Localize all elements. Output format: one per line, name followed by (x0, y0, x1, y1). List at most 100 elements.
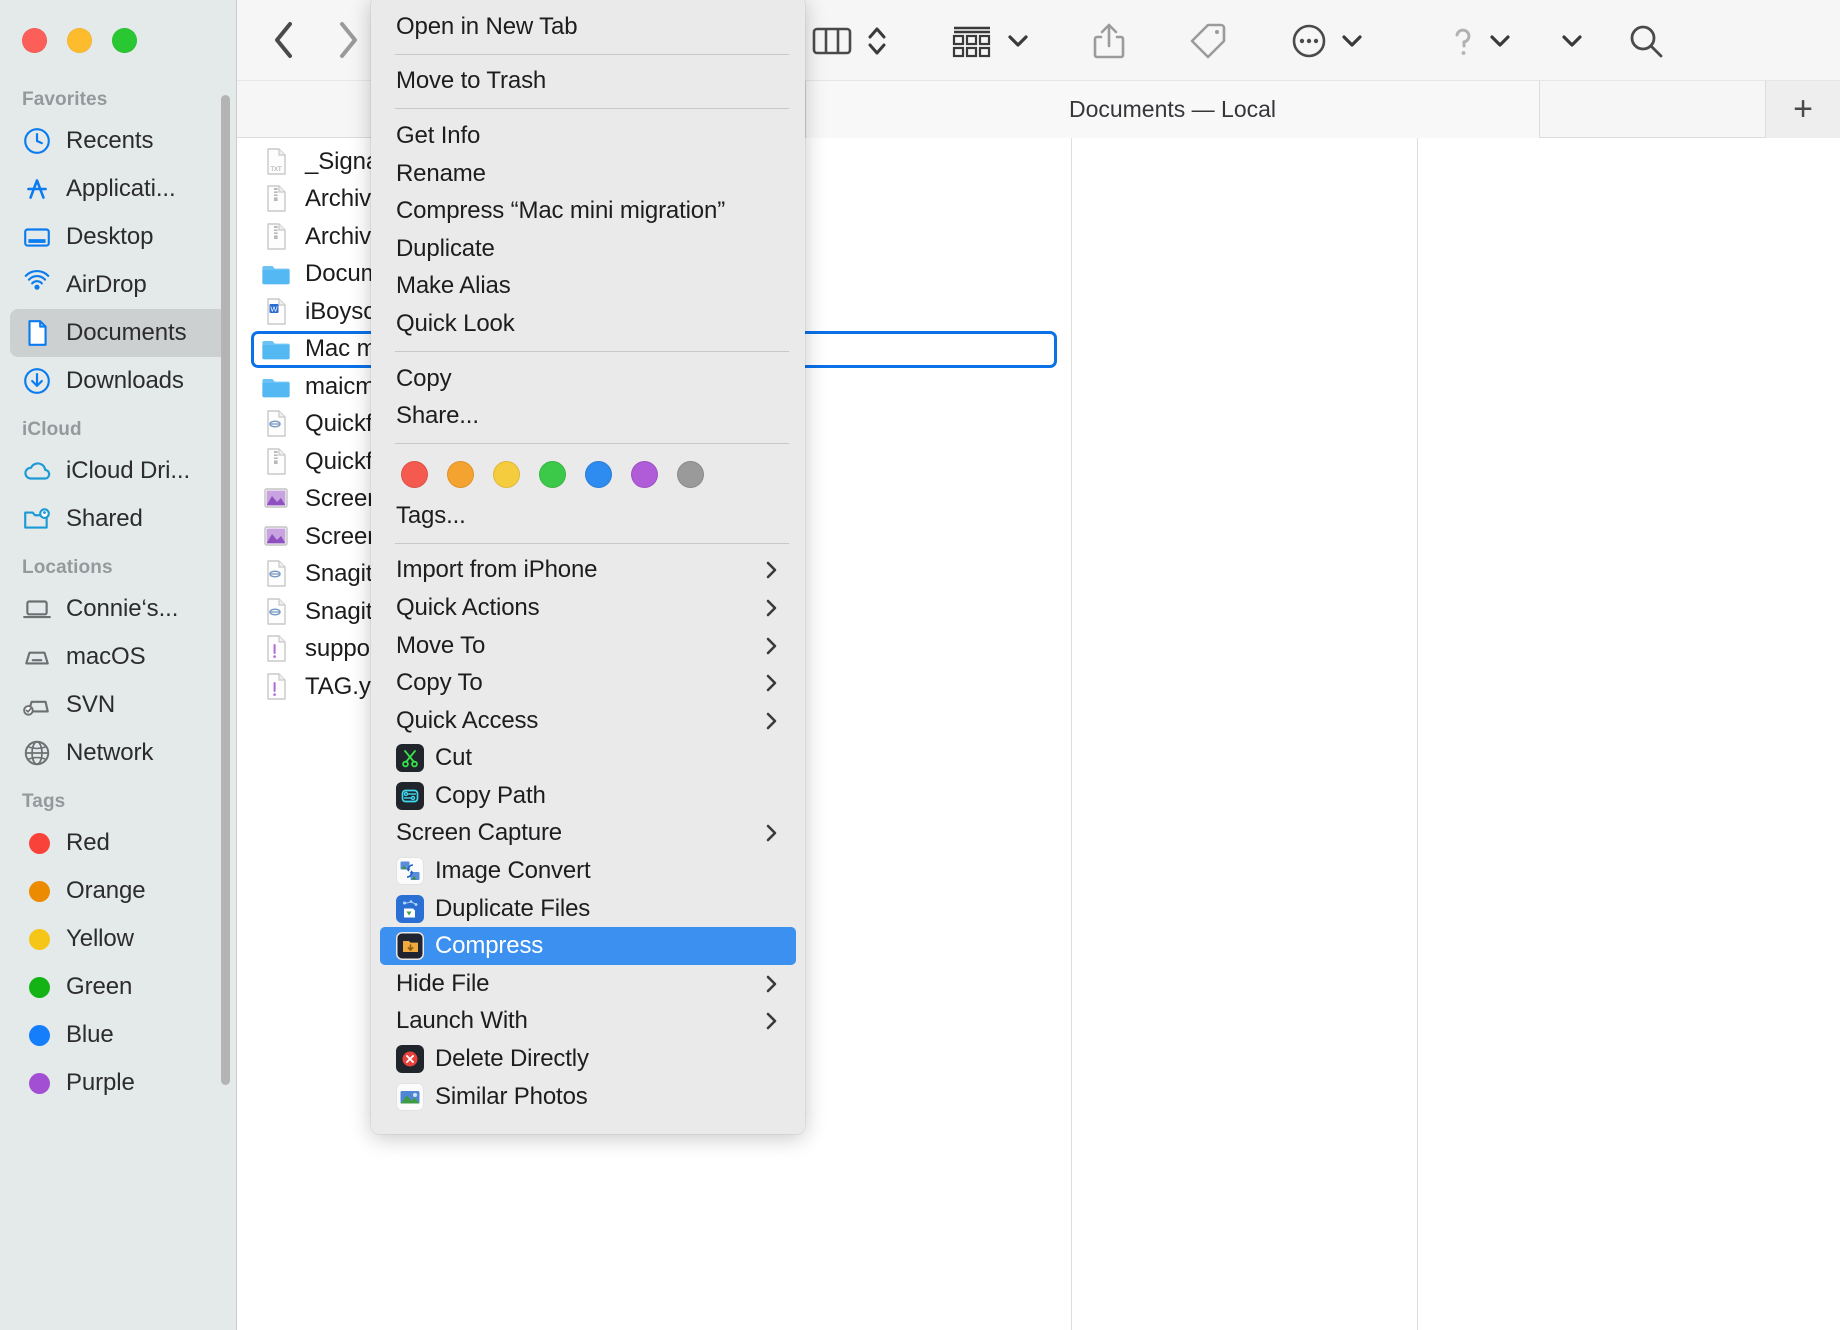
chevron-right-icon (766, 825, 777, 842)
sidebar-item-airdrop[interactable]: AirDrop (10, 261, 227, 309)
tag-color-green[interactable] (539, 460, 566, 488)
new-tab-button[interactable]: + (1765, 81, 1840, 138)
sidebar-item-desktop[interactable]: Desktop (10, 213, 227, 261)
tag-color-gray[interactable] (677, 460, 704, 488)
menu-item-label: Copy (396, 364, 452, 392)
tag-color-orange[interactable] (447, 460, 474, 488)
menu-item-tags[interactable]: Tags... (380, 497, 796, 535)
sidebar-item-label: Documents (66, 319, 187, 346)
menu-item-hide-file[interactable]: Hide File (380, 965, 796, 1003)
tab-documents-local[interactable]: Documents — Local (805, 81, 1540, 138)
harddisk-icon (22, 642, 52, 672)
menu-item-label: Get Info (396, 121, 481, 149)
sidebar-item-connie-s[interactable]: Connie‘s... (10, 585, 227, 633)
tag-dot-icon (22, 1020, 52, 1050)
tag-color-yellow[interactable] (493, 460, 520, 488)
menu-item-duplicate-files[interactable]: Duplicate Files (380, 890, 796, 928)
sidebar-item-macos[interactable]: macOS (10, 633, 227, 681)
menu-item-copy-to[interactable]: Copy To (380, 664, 796, 702)
close-button[interactable] (22, 28, 47, 53)
menu-item-move-to-trash[interactable]: Move to Trash (380, 63, 796, 101)
sidebar-item-yellow[interactable]: Yellow (10, 915, 227, 963)
tag-color-blue[interactable] (585, 460, 612, 488)
similar-photos-icon (396, 1082, 424, 1111)
file-name: Docum (305, 260, 381, 288)
zip-file-icon (261, 222, 291, 252)
desktop-icon (22, 222, 52, 252)
group-by-icon[interactable] (950, 10, 994, 72)
menu-item-make-alias[interactable]: Make Alias (380, 268, 796, 306)
group-by-chevron-down-icon[interactable] (1006, 10, 1030, 72)
zoom-button[interactable] (112, 28, 137, 53)
tag-icon[interactable] (1188, 10, 1228, 72)
sidebar-item-shared[interactable]: Shared (10, 495, 227, 543)
sidebar-item-documents[interactable]: Documents (10, 309, 227, 357)
tag-dot-icon (22, 828, 52, 858)
menu-item-screen-capture[interactable]: Screen Capture (380, 815, 796, 853)
menu-item-move-to[interactable]: Move To (380, 627, 796, 665)
menu-item-get-info[interactable]: Get Info (380, 117, 796, 155)
sidebar-item-recents[interactable]: Recents (10, 117, 227, 165)
menu-item-delete-directly[interactable]: Delete Directly (380, 1040, 796, 1078)
sidebar-scrollbar[interactable] (221, 95, 230, 1085)
menu-item-compress[interactable]: Compress (380, 927, 796, 966)
sidebar-item-svn[interactable]: SVN (10, 681, 227, 729)
sidebar-item-orange[interactable]: Orange (10, 867, 227, 915)
back-button[interactable] (267, 14, 301, 66)
more-icon[interactable] (1290, 10, 1328, 72)
menu-item-import-from-iphone[interactable]: Import from iPhone (380, 552, 796, 590)
clock-icon (22, 126, 52, 156)
menu-item-copy[interactable]: Copy (380, 360, 796, 398)
globe-icon (22, 738, 52, 768)
menu-item-compress-mac-mini-migration[interactable]: Compress “Mac mini migration” (380, 192, 796, 230)
sidebar-item-network[interactable]: Network (10, 729, 227, 777)
more-chevron-down-icon[interactable] (1340, 10, 1364, 72)
menu-item-quick-access[interactable]: Quick Access (380, 702, 796, 740)
menu-item-launch-with[interactable]: Launch With (380, 1003, 796, 1041)
help-chevron-down-icon[interactable] (1488, 10, 1512, 72)
tag-color-purple[interactable] (631, 460, 658, 488)
menu-item-rename[interactable]: Rename (380, 155, 796, 193)
sidebar-item-icloud-dri[interactable]: iCloud Dri... (10, 447, 227, 495)
column-separator-1[interactable] (1071, 138, 1072, 1330)
tag-dot-icon (22, 924, 52, 954)
minimize-button[interactable] (67, 28, 92, 53)
forward-button[interactable] (331, 14, 365, 66)
sidebar-item-downloads[interactable]: Downloads (10, 357, 227, 405)
menu-item-quick-look[interactable]: Quick Look (380, 305, 796, 343)
menu-item-label: Quick Look (396, 309, 515, 337)
chevron-right-icon (766, 562, 777, 579)
menu-item-cut[interactable]: Cut (380, 740, 796, 778)
sidebar-item-red[interactable]: Red (10, 819, 227, 867)
column-separator-2[interactable] (1417, 138, 1418, 1330)
search-icon[interactable] (1626, 10, 1666, 72)
sidebar-item-applicati[interactable]: Applicati... (10, 165, 227, 213)
sidebar-item-green[interactable]: Green (10, 963, 227, 1011)
view-stepper-icon[interactable] (866, 10, 888, 72)
share-icon[interactable] (1092, 10, 1126, 72)
menu-item-label: Open in New Tab (396, 12, 578, 40)
menu-item-quick-actions[interactable]: Quick Actions (380, 589, 796, 627)
menu-item-duplicate[interactable]: Duplicate (380, 230, 796, 268)
menu-item-label: Quick Access (396, 706, 539, 734)
file-name: Snagit. (305, 560, 380, 588)
menu-item-copy-path[interactable]: Copy Path (380, 777, 796, 815)
menu-item-label: Delete Directly (435, 1045, 589, 1073)
menu-item-similar-photos[interactable]: Similar Photos (380, 1078, 796, 1116)
sidebar: Favorites Recents Applicati... Desktop AirDr… (0, 0, 237, 1330)
sidebar-item-blue[interactable]: Blue (10, 1011, 227, 1059)
sidebar-item-label: Orange (66, 877, 146, 904)
folder-icon (261, 334, 291, 364)
overflow-chevron-down-icon[interactable] (1560, 10, 1584, 72)
sidebar-group-title: Locations (22, 557, 113, 578)
menu-item-share[interactable]: Share... (380, 397, 796, 435)
menu-item-open-in-new-tab[interactable]: Open in New Tab (380, 8, 796, 46)
sidebar-item-purple[interactable]: Purple (10, 1059, 227, 1107)
toolbar-actions (812, 10, 1666, 72)
column-view-icon[interactable] (812, 10, 852, 72)
downloads-icon (22, 366, 52, 396)
menu-item-image-convert[interactable]: Image Convert (380, 852, 796, 890)
tag-color-red[interactable] (401, 460, 428, 488)
help-icon[interactable] (1450, 10, 1476, 72)
context-menu: Open in New Tab Move to Trash Get Info Rena… (371, 0, 805, 1134)
